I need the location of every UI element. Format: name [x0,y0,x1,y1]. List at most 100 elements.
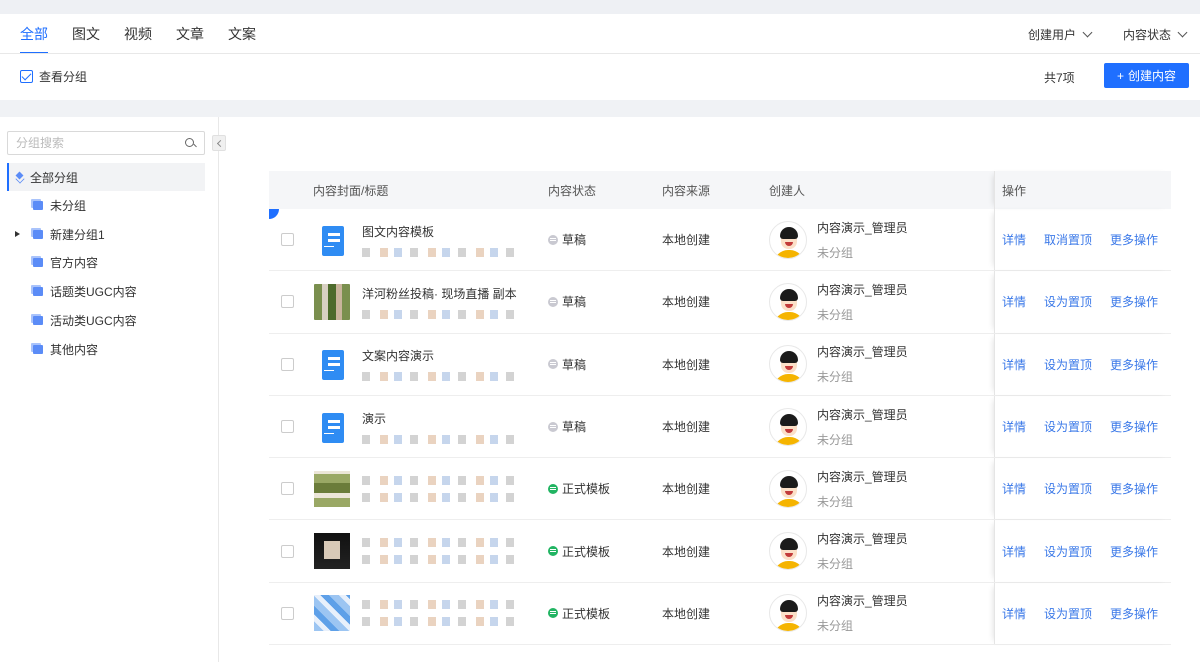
group-search-input[interactable] [16,136,185,150]
avatar-icon [769,220,807,259]
more-actions-link[interactable]: 更多操作 [1110,480,1158,497]
details-link[interactable]: 详情 [1002,543,1026,560]
avatar-icon [769,407,807,446]
caret-right-icon[interactable] [15,230,20,237]
details-link[interactable]: 详情 [1002,418,1026,435]
checkbox-icon[interactable] [20,70,33,83]
chevron-left-icon [216,139,224,147]
header-divider [0,53,1200,54]
more-actions-link[interactable]: 更多操作 [1110,605,1158,622]
pin-toggle-link[interactable]: 设为置顶 [1044,543,1092,560]
tab-all[interactable]: 全部 [8,14,60,54]
chevron-down-icon [1082,27,1093,37]
pinned-icon [269,209,279,219]
group-search[interactable] [7,131,205,155]
table-row: 洋河粉丝投稿· 现场直播 副本 草稿 本地创建 内容演示_管理员 未分组 详情 设… [269,271,1171,334]
status-dot-icon [548,359,558,370]
group-item-new-group-1[interactable]: 新建分组1 [7,220,205,249]
blurred-title[interactable] [362,538,522,548]
details-link[interactable]: 详情 [1002,605,1026,622]
plus-icon: + [1116,68,1124,83]
source-label: 本地创建 [662,482,711,497]
more-actions-link[interactable]: 更多操作 [1110,231,1158,248]
group-item-official[interactable]: 官方内容 [7,249,205,278]
more-actions-link[interactable]: 更多操作 [1110,418,1158,435]
group-item-label: 未分组 [50,198,87,213]
tab-image-text[interactable]: 图文 [60,14,112,54]
more-actions-link[interactable]: 更多操作 [1110,293,1158,310]
group-item-other[interactable]: 其他内容 [7,335,205,364]
creator-group: 未分组 [817,619,854,634]
details-link[interactable]: 详情 [1002,293,1026,310]
creator-group: 未分组 [817,370,854,385]
row-checkbox[interactable] [281,482,294,496]
row-checkbox[interactable] [281,357,294,371]
group-item-all[interactable]: 全部分组 [7,163,205,191]
pin-toggle-link[interactable]: 设为置顶 [1044,480,1092,497]
blurred-preview [362,555,522,565]
status-label: 草稿 [562,357,587,372]
table-row: 文案内容演示 草稿 本地创建 内容演示_管理员 未分组 详情 设为置顶 更多操作 [269,333,1171,396]
header-ops: 操作 [994,171,1171,209]
creator-name: 内容演示_管理员 [817,282,908,297]
status-label: 正式模板 [562,606,611,621]
group-item-event-ugc[interactable]: 活动类UGC内容 [7,306,205,335]
status-filter[interactable]: 内容状态 [1123,26,1188,43]
content-table: 内容封面/标题 内容状态 内容来源 创建人 操作 图文内容模板 草稿 本地创建 … [269,171,1171,646]
content-title[interactable]: 洋河粉丝投稿· 现场直播 副本 [362,285,522,302]
main-panel: 全部分组 未分组 新建分组1 官方内容 话题类UGC内容 活动类UGC内 [0,117,1200,662]
source-label: 本地创建 [662,420,711,435]
status-dot-icon [548,483,558,494]
group-item-ungrouped[interactable]: 未分组 [7,191,205,220]
tab-video[interactable]: 视频 [112,14,164,54]
blurred-preview [362,617,522,627]
table-row: 图文内容模板 草稿 本地创建 内容演示_管理员 未分组 详情 取消置顶 更多操作 [269,209,1171,272]
search-icon[interactable] [185,137,196,149]
tab-copywriting[interactable]: 文案 [216,14,268,54]
source-label: 本地创建 [662,544,711,559]
blurred-title[interactable] [362,600,522,610]
row-checkbox[interactable] [281,544,294,558]
create-content-button[interactable]: + 创建内容 [1104,63,1189,88]
status-label: 正式模板 [562,482,611,497]
pin-toggle-link[interactable]: 设为置顶 [1044,293,1092,310]
avatar-icon [769,345,807,384]
details-link[interactable]: 详情 [1002,480,1026,497]
details-link[interactable]: 详情 [1002,231,1026,248]
tab-article[interactable]: 文章 [164,14,216,54]
more-actions-link[interactable]: 更多操作 [1110,543,1158,560]
doc-icon [314,222,350,258]
group-item-topic-ugc[interactable]: 话题类UGC内容 [7,277,205,306]
row-checkbox[interactable] [281,233,294,247]
pin-toggle-link[interactable]: 取消置顶 [1044,231,1092,248]
content-title[interactable]: 图文内容模板 [362,223,522,240]
creator-filter[interactable]: 创建用户 [1028,26,1093,43]
total-count: 共7项 [1044,71,1075,85]
view-group-toggle[interactable]: 查看分组 [20,68,87,85]
folder-icon [33,258,43,268]
row-checkbox[interactable] [281,295,294,309]
details-link[interactable]: 详情 [1002,356,1026,373]
sidebar-collapse-button[interactable] [212,135,226,151]
pin-toggle-link[interactable]: 设为置顶 [1044,418,1092,435]
pin-toggle-link[interactable]: 设为置顶 [1044,356,1092,373]
content-title[interactable]: 演示 [362,410,522,427]
more-actions-link[interactable]: 更多操作 [1110,356,1158,373]
creator-name: 内容演示_管理员 [817,532,908,547]
table-header: 内容封面/标题 内容状态 内容来源 创建人 操作 [269,171,1171,209]
table-row: 演示 草稿 本地创建 内容演示_管理员 未分组 详情 设为置顶 更多操作 [269,395,1171,459]
folder-icon [33,316,43,326]
row-checkbox[interactable] [281,606,294,620]
create-content-label: 创建内容 [1128,69,1177,83]
pin-toggle-link[interactable]: 设为置顶 [1044,605,1092,622]
creator-name: 内容演示_管理员 [817,345,908,360]
folder-icon [33,229,43,239]
status-label: 正式模板 [562,544,611,559]
source-label: 本地创建 [662,295,711,310]
group-list: 全部分组 未分组 新建分组1 官方内容 话题类UGC内容 活动类UGC内容 其他… [7,163,205,364]
status-label: 草稿 [562,420,587,435]
content-title[interactable]: 文案内容演示 [362,347,522,364]
row-checkbox[interactable] [281,420,294,434]
blurred-title[interactable] [362,475,522,485]
creator-group: 未分组 [817,245,854,260]
